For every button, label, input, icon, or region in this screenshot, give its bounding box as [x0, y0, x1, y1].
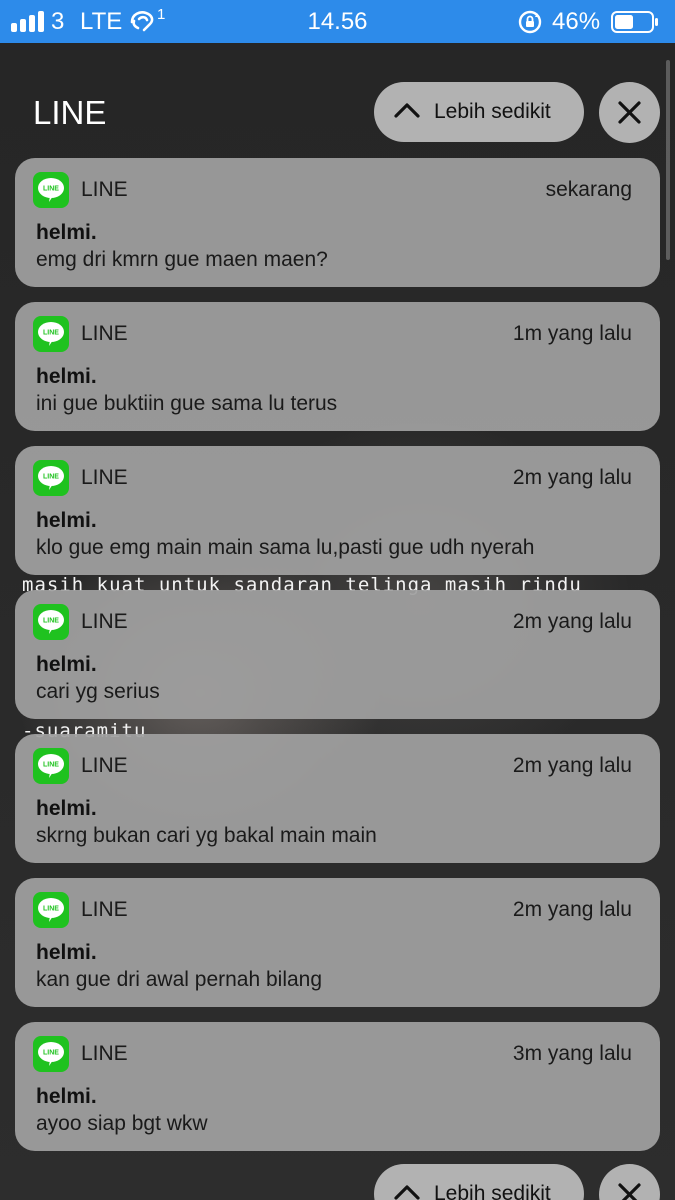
close-icon: [618, 101, 641, 124]
line-app-icon: LINE: [33, 604, 69, 640]
svg-text:LINE: LINE: [43, 762, 59, 769]
notification-sender: helmi.: [36, 1085, 97, 1108]
notification-sender: helmi.: [36, 365, 97, 388]
notification-app-name: LINE: [81, 322, 128, 345]
line-app-icon: LINE: [33, 892, 69, 928]
svg-text:LINE: LINE: [43, 330, 59, 337]
notification-card[interactable]: LINE LINE 2m yang lalu helmi. cari yg se…: [15, 590, 660, 719]
svg-text:LINE: LINE: [43, 186, 59, 193]
notification-card[interactable]: LINE LINE 1m yang lalu helmi. ini gue bu…: [15, 302, 660, 431]
close-icon: [618, 1183, 641, 1200]
notification-message: ayoo siap bgt wkw: [36, 1112, 208, 1135]
notification-time: 2m yang lalu: [512, 754, 632, 777]
show-less-label: Lebih sedikit: [434, 1182, 551, 1200]
notification-group-title: LINE: [33, 94, 107, 131]
chevron-up-icon: [394, 1185, 420, 1200]
show-less-button[interactable]: Lebih sedikit: [374, 1164, 584, 1200]
notification-card[interactable]: LINE LINE 3m yang lalu helmi. ayoo siap …: [15, 1022, 660, 1151]
notification-app-name: LINE: [81, 466, 128, 489]
notification-app-name: LINE: [81, 1042, 128, 1065]
notification-time: 2m yang lalu: [512, 898, 632, 921]
notification-message: klo gue emg main main sama lu,pasti gue …: [36, 536, 535, 559]
notification-time: 2m yang lalu: [512, 466, 632, 489]
notification-card[interactable]: LINE LINE 2m yang lalu helmi. klo gue em…: [15, 446, 660, 575]
notification-time: 3m yang lalu: [512, 1042, 632, 1065]
notification-app-name: LINE: [81, 754, 128, 777]
svg-text:LINE: LINE: [43, 474, 59, 481]
chevron-up-icon: [394, 103, 420, 118]
line-app-icon: LINE: [33, 1036, 69, 1072]
notification-app-name: LINE: [81, 610, 128, 633]
notification-card[interactable]: LINE LINE sekarang helmi. emg dri kmrn g…: [15, 158, 660, 287]
scroll-indicator[interactable]: [666, 60, 670, 260]
notification-sender: helmi.: [36, 221, 97, 244]
notification-time: 1m yang lalu: [512, 322, 632, 345]
notification-sender: helmi.: [36, 941, 97, 964]
show-less-button[interactable]: Lebih sedikit: [374, 82, 584, 142]
notification-message: kan gue dri awal pernah bilang: [36, 968, 323, 991]
notification-message: ini gue buktiin gue sama lu terus: [36, 392, 338, 415]
svg-text:LINE: LINE: [43, 906, 59, 913]
notification-card[interactable]: LINE LINE 2m yang lalu helmi. skrng buka…: [15, 734, 660, 863]
notification-message: cari yg serius: [36, 680, 160, 703]
svg-text:LINE: LINE: [43, 618, 59, 625]
rotation-lock-icon: [518, 10, 542, 34]
svg-text:LINE: LINE: [43, 1050, 59, 1057]
notification-message: emg dri kmrn gue maen maen?: [36, 248, 328, 271]
notification-message: skrng bukan cari yg bakal main main: [36, 824, 377, 847]
status-bar: 3 LTE 1 14.56 46%: [0, 0, 675, 43]
clear-notifications-button[interactable]: [599, 82, 660, 143]
notification-card[interactable]: LINE LINE 2m yang lalu helmi. kan gue dr…: [15, 878, 660, 1007]
notification-sender: helmi.: [36, 797, 97, 820]
notification-sender: helmi.: [36, 653, 97, 676]
line-app-icon: LINE: [33, 316, 69, 352]
battery-percentage: 46%: [552, 8, 601, 35]
line-app-icon: LINE: [33, 460, 69, 496]
line-app-icon: LINE: [33, 172, 69, 208]
battery-icon: [611, 11, 658, 33]
show-less-label: Lebih sedikit: [434, 100, 551, 123]
line-app-icon: LINE: [33, 748, 69, 784]
notification-sender: helmi.: [36, 509, 97, 532]
notification-app-name: LINE: [81, 898, 128, 921]
notification-time: 2m yang lalu: [512, 610, 632, 633]
notification-time: sekarang: [545, 178, 632, 201]
notification-app-name: LINE: [81, 178, 128, 201]
